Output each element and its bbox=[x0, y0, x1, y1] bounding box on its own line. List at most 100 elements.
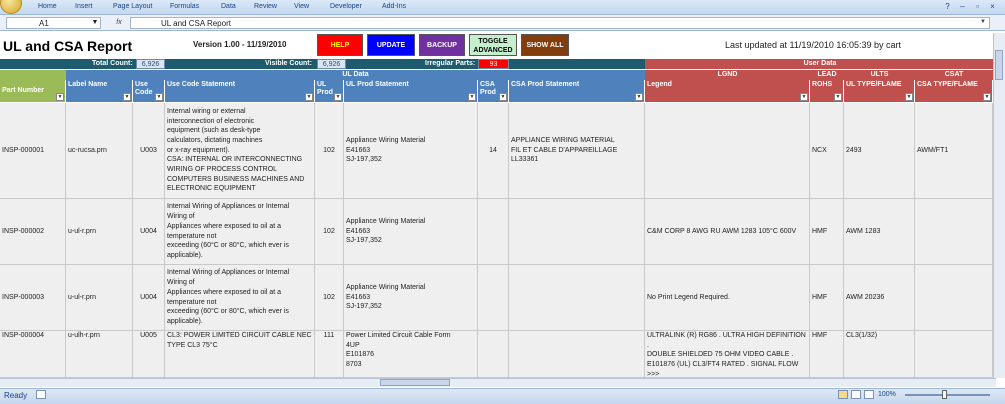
restore-icon[interactable]: ▫ bbox=[972, 1, 983, 12]
table-cell-csa-prod-statement[interactable] bbox=[509, 199, 645, 265]
table-cell-csa-prod[interactable] bbox=[478, 199, 509, 265]
table-cell-use-code-statement[interactable]: CL3: POWER LIMITED CIRCUIT CABLE NEC TYP… bbox=[165, 331, 315, 378]
fx-icon[interactable]: fx bbox=[112, 17, 126, 29]
table-cell-ul-prod-statement[interactable]: Appliance Wiring Material E41663 SJ-197,… bbox=[344, 265, 478, 331]
table-cell-rohs[interactable]: HMF bbox=[810, 265, 844, 331]
tab-insert[interactable]: Insert bbox=[75, 3, 93, 10]
table-cell-ul-type-flame[interactable]: 2493 bbox=[844, 103, 915, 199]
table-cell-csa-prod[interactable] bbox=[478, 331, 509, 378]
zoom-slider[interactable] bbox=[905, 394, 990, 396]
tab-formulas[interactable]: Formulas bbox=[170, 3, 199, 10]
table-cell-legend[interactable] bbox=[645, 103, 810, 199]
table-cell-use-code[interactable]: U004 bbox=[133, 265, 165, 331]
table-cell-legend[interactable]: C&M CORP 8 AWG RU AWM 1283 105°C 600V bbox=[645, 199, 810, 265]
page-layout-view-icon[interactable] bbox=[851, 390, 861, 399]
tab-developer[interactable]: Developer bbox=[330, 3, 362, 10]
show-all-button[interactable]: SHOW ALL bbox=[521, 34, 569, 56]
table-cell-label-name[interactable]: u-ulh-r.prn bbox=[66, 331, 133, 378]
help-icon[interactable]: ? bbox=[942, 1, 953, 12]
table-cell-ul-prod[interactable]: 102 bbox=[315, 103, 344, 199]
table-cell-csa-type-flame[interactable]: AWM/FT1 bbox=[915, 103, 993, 199]
table-cell-rohs[interactable]: NCX bbox=[810, 103, 844, 199]
table-cell-csa-type-flame[interactable] bbox=[915, 331, 993, 378]
table-cell-ul-type-flame[interactable]: CL3(1/32) bbox=[844, 331, 915, 378]
horizontal-scrollbar[interactable] bbox=[0, 378, 996, 387]
name-box[interactable]: A1 bbox=[6, 17, 101, 29]
chevron-down-icon[interactable]: ▼ bbox=[90, 17, 100, 29]
toggle-advanced-button[interactable]: TOGGLE ADVANCED bbox=[469, 34, 517, 56]
table-cell-part-number[interactable]: INSP-000004 bbox=[0, 331, 66, 378]
table-cell-use-code[interactable]: U003 bbox=[133, 103, 165, 199]
zoom-level[interactable]: 100% bbox=[878, 391, 896, 398]
table-cell-csa-prod[interactable] bbox=[478, 265, 509, 331]
tab-add-ins[interactable]: Add-Ins bbox=[382, 3, 406, 10]
table-cell-use-code-statement[interactable]: Internal wiring or external interconnect… bbox=[165, 103, 315, 199]
minimize-icon[interactable]: – bbox=[957, 1, 968, 12]
cell-text: NCX bbox=[812, 146, 827, 154]
table-cell-csa-prod[interactable]: 14 bbox=[478, 103, 509, 199]
table-cell-use-code-statement[interactable]: Internal Wiring of Appliances or Interna… bbox=[165, 199, 315, 265]
macro-record-icon[interactable] bbox=[36, 390, 46, 399]
filter-dropdown-icon[interactable]: ▼ bbox=[635, 93, 643, 101]
zoom-slider-knob[interactable] bbox=[942, 390, 947, 399]
table-cell-part-number[interactable]: INSP-000002 bbox=[0, 199, 66, 265]
table-cell-ul-prod[interactable]: 102 bbox=[315, 265, 344, 331]
table-cell-ul-prod[interactable]: 111 bbox=[315, 331, 344, 378]
table-cell-use-code-statement[interactable]: Internal Wiring of Appliances or Interna… bbox=[165, 265, 315, 331]
table-cell-ul-prod-statement[interactable]: Appliance Wiring Material E41663 SJ-197,… bbox=[344, 199, 478, 265]
filter-dropdown-icon[interactable]: ▼ bbox=[499, 93, 507, 101]
table-cell-ul-prod[interactable]: 102 bbox=[315, 199, 344, 265]
filter-dropdown-icon[interactable]: ▼ bbox=[905, 93, 913, 101]
table-cell-ul-prod-statement[interactable]: Power Limited Circuit Cable Form 4UP E10… bbox=[344, 331, 478, 378]
filter-dropdown-icon[interactable]: ▼ bbox=[305, 93, 313, 101]
table-cell-csa-type-flame[interactable] bbox=[915, 199, 993, 265]
expand-formula-icon[interactable]: ▼ bbox=[980, 19, 986, 25]
cell-text: 2493 bbox=[846, 146, 862, 154]
filter-dropdown-icon[interactable]: ▼ bbox=[334, 93, 342, 101]
table-cell-csa-prod-statement[interactable] bbox=[509, 331, 645, 378]
table-cell-use-code[interactable]: U005 bbox=[133, 331, 165, 378]
filter-dropdown-icon[interactable]: ▼ bbox=[983, 93, 991, 101]
table-cell-legend[interactable]: No Print Legend Required. bbox=[645, 265, 810, 331]
column-header-label: ROHS bbox=[812, 81, 833, 88]
table-cell-label-name[interactable]: u-ul-r.prn bbox=[66, 265, 133, 331]
table-cell-part-number[interactable]: INSP-000003 bbox=[0, 265, 66, 331]
table-cell-label-name[interactable]: u-ul-r.prn bbox=[66, 199, 133, 265]
filter-dropdown-icon[interactable]: ▼ bbox=[56, 93, 64, 101]
normal-view-icon[interactable] bbox=[838, 390, 848, 399]
tab-review[interactable]: Review bbox=[254, 3, 277, 10]
table-cell-ul-type-flame[interactable]: AWM 20236 bbox=[844, 265, 915, 331]
column-header-ul-type-flame: UL TYPE/FLAME ▼ bbox=[844, 80, 915, 102]
table-cell-ul-prod-statement[interactable]: Appliance Wiring Material E41663 SJ-197,… bbox=[344, 103, 478, 199]
close-icon[interactable]: × bbox=[987, 1, 998, 12]
table-cell-label-name[interactable]: uc-rucsa.prn bbox=[66, 103, 133, 199]
filter-dropdown-icon[interactable]: ▼ bbox=[155, 93, 163, 101]
table-cell-rohs[interactable]: HMF bbox=[810, 331, 844, 378]
irregular-parts-value: 93 bbox=[478, 59, 509, 69]
vertical-scroll-thumb[interactable] bbox=[995, 50, 1003, 80]
table-cell-ul-type-flame[interactable]: AWM 1283 bbox=[844, 199, 915, 265]
update-button[interactable]: UPDATE bbox=[367, 34, 415, 56]
tab-view[interactable]: View bbox=[294, 3, 309, 10]
table-cell-csa-prod-statement[interactable]: APPLIANCE WIRING MATERIAL FIL ET CABLE D… bbox=[509, 103, 645, 199]
filter-dropdown-icon[interactable]: ▼ bbox=[800, 93, 808, 101]
formula-input[interactable]: UL and CSA Report bbox=[130, 17, 990, 29]
table-cell-csa-type-flame[interactable] bbox=[915, 265, 993, 331]
filter-dropdown-icon[interactable]: ▼ bbox=[123, 93, 131, 101]
page-break-view-icon[interactable] bbox=[864, 390, 874, 399]
table-cell-legend[interactable]: ULTRALINK (R) RG86 . ULTRA HIGH DEFINITI… bbox=[645, 331, 810, 378]
tab-data[interactable]: Data bbox=[221, 3, 236, 10]
table-cell-use-code[interactable]: U004 bbox=[133, 199, 165, 265]
filter-dropdown-icon[interactable]: ▼ bbox=[468, 93, 476, 101]
filter-dropdown-icon[interactable]: ▼ bbox=[834, 93, 842, 101]
vertical-scrollbar[interactable] bbox=[993, 33, 1005, 378]
tab-page-layout[interactable]: Page Layout bbox=[113, 3, 152, 10]
table-cell-csa-prod-statement[interactable] bbox=[509, 265, 645, 331]
horizontal-scroll-thumb[interactable] bbox=[380, 379, 450, 386]
tab-home[interactable]: Home bbox=[38, 3, 57, 10]
backup-button[interactable]: BACKUP bbox=[419, 34, 465, 56]
table-cell-part-number[interactable]: INSP-000001 bbox=[0, 103, 66, 199]
column-header-use-code-statement: Use Code Statement ▼ bbox=[165, 80, 315, 102]
help-button[interactable]: HELP bbox=[317, 34, 363, 56]
table-cell-rohs[interactable]: HMF bbox=[810, 199, 844, 265]
